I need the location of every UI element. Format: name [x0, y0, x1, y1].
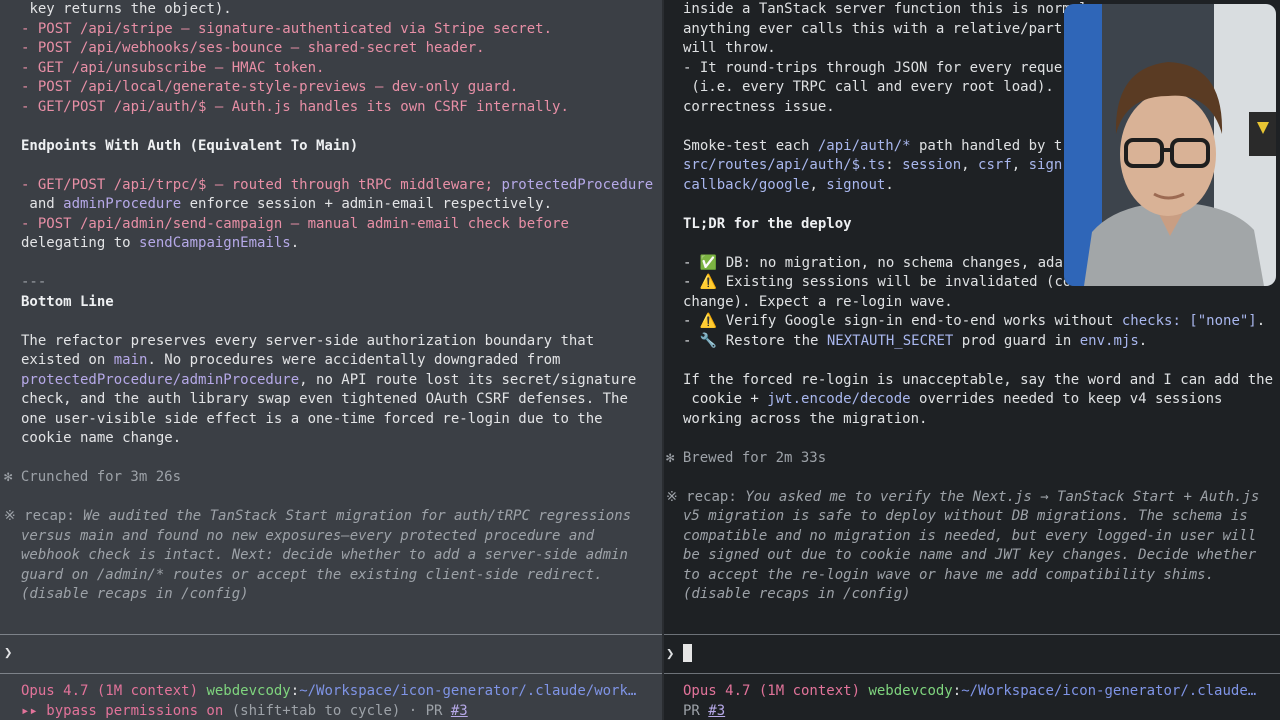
output-line: correctness issue. — [683, 98, 835, 115]
output-line: - POST /api/admin/send-campaign – manual… — [21, 215, 569, 232]
prompt-input[interactable]: ❯ — [4, 644, 12, 664]
status-line: Opus 4.7 (1M context) webdevcody:~/Works… — [21, 683, 637, 699]
recap-line: ※ recap: You asked me to verify the Next… — [666, 488, 1260, 505]
timing-line: ✻ Brewed for 2m 33s — [666, 449, 827, 466]
output-line: working across the migration. — [683, 410, 928, 427]
output-line: anything ever calls this with a relative… — [683, 20, 1063, 37]
pr-line: PR #3 — [683, 702, 726, 719]
output-line: - ⚠️ Verify Google sign-in end-to-end wo… — [683, 313, 1266, 329]
output-line: check, and the auth library swap even ti… — [21, 391, 628, 407]
timing-line: ✻ Crunched for 3m 26s — [4, 469, 182, 485]
input-separator-bottom — [664, 673, 1280, 674]
output-line: and adminProcedure enforce session + adm… — [21, 196, 553, 212]
prompt-chevron-icon: ❯ — [666, 646, 675, 662]
output-line: will throw. — [683, 40, 776, 56]
recap-line: v5 migration is safe to deploy without D… — [683, 508, 1248, 524]
bypass-mode-indicator[interactable]: ▸▸ bypass permissions on — [21, 703, 223, 719]
output-line: - ✅ DB: no migration, no schema changes,… — [683, 254, 1063, 271]
input-separator-top — [664, 634, 1280, 635]
output-line: change). Expect a re-login wave. — [683, 293, 953, 310]
output-line: - ⚠️ Existing sessions will be invalidat… — [683, 274, 1072, 290]
output-line: The refactor preserves every server-side… — [21, 332, 595, 349]
output-line: - GET/POST /api/auth/$ – Auth.js handles… — [21, 98, 569, 115]
output-line: - POST /api/stripe – signature-authentic… — [21, 20, 553, 37]
left-terminal-pane: key returns the object). - POST /api/str… — [0, 0, 662, 720]
recap-line: (disable recaps in /config) — [683, 586, 911, 602]
mode-line: ▸▸ bypass permissions on (shift+tab to c… — [21, 702, 468, 719]
output-line: - GET/POST /api/trpc/$ – routed through … — [21, 176, 654, 193]
output-line: existed on main. No procedures were acci… — [21, 352, 561, 368]
output-line: If the forced re-login is unacceptable, … — [683, 371, 1274, 388]
status-line: Opus 4.7 (1M context) webdevcody:~/Works… — [683, 683, 1257, 699]
prompt-input[interactable]: ❯ — [666, 644, 692, 664]
input-separator-top — [0, 634, 662, 635]
prompt-chevron-icon: ❯ — [4, 645, 13, 661]
recap-line: compatible and no migration is needed, b… — [683, 527, 1257, 544]
recap-line: (disable recaps in /config) — [21, 586, 249, 602]
section-heading: Bottom Line — [21, 293, 114, 310]
output-line: - It round-trips through JSON for every … — [683, 59, 1063, 76]
webcam-person-image — [1064, 4, 1276, 286]
recap-line: be signed out due to cookie name and JWT… — [683, 547, 1257, 563]
recap-line: ※ recap: We audited the TanStack Start m… — [4, 508, 632, 524]
pr-link[interactable]: #3 — [451, 703, 468, 719]
output-line: delegating to sendCampaignEmails. — [21, 235, 300, 251]
input-separator-bottom — [0, 673, 662, 674]
webcam-overlay — [1064, 4, 1276, 286]
output-line: protectedProcedure/adminProcedure, no AP… — [21, 371, 637, 388]
recap-line: guard on /admin/* routes or accept the e… — [21, 566, 603, 583]
section-heading: TL;DR for the deploy — [683, 215, 852, 232]
recap-line: webhook check is intact. Next: decide wh… — [21, 547, 628, 563]
section-heading: Endpoints With Auth (Equivalent To Main) — [21, 137, 359, 154]
output-line: inside a TanStack server function this i… — [683, 1, 1088, 17]
output-line: - POST /api/webhooks/ses-bounce – shared… — [21, 40, 485, 56]
rule-line: --- — [21, 274, 47, 290]
output-line: - 🔧 Restore the NEXTAUTH_SECRET prod gua… — [683, 332, 1148, 349]
output-line: callback/google, signout. — [683, 176, 894, 193]
text-cursor — [682, 644, 692, 662]
pr-link[interactable]: #3 — [708, 703, 725, 719]
output-line: - GET /api/unsubscribe – HMAC token. — [21, 59, 325, 76]
output-line: - POST /api/local/generate-style-preview… — [21, 79, 519, 95]
output-line: Smoke-test each /api/auth/* path handled… — [683, 137, 1063, 154]
output-line: cookie + jwt.encode/decode overrides nee… — [683, 391, 1223, 407]
output-line: cookie name change. — [21, 430, 182, 446]
recap-line: to accept the re-login wave or have me a… — [683, 566, 1215, 583]
output-line: key returns the object). — [29, 1, 232, 17]
output-line: (i.e. every TRPC call and every root loa… — [683, 79, 1054, 95]
recap-line: versus main and found no new exposures—e… — [21, 527, 595, 544]
output-line: src/routes/api/auth/$.ts: session, csrf,… — [683, 157, 1063, 173]
output-line: one user-visible side effect is a one-ti… — [21, 410, 603, 427]
